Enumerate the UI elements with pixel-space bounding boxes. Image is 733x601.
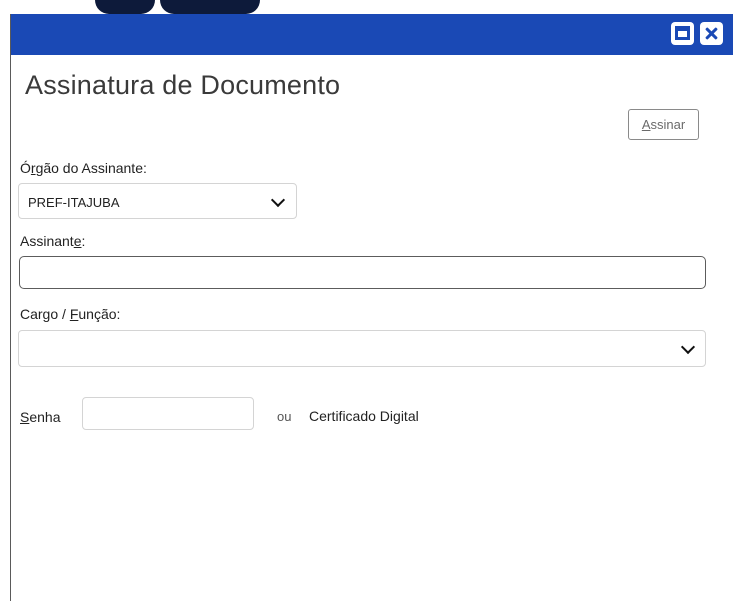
senha-input[interactable] — [82, 397, 254, 430]
ou-separator: ou — [277, 409, 292, 424]
label-text: Cargo / — [20, 306, 70, 322]
cargo-select[interactable] — [18, 330, 706, 367]
label-text: unção: — [78, 306, 121, 322]
access-key: e — [73, 233, 82, 249]
maximize-icon[interactable] — [671, 22, 694, 45]
dialog-titlebar — [11, 14, 733, 55]
chevron-down-icon — [680, 339, 696, 355]
label-text: gão do Assinante: — [35, 160, 147, 176]
label-text: : — [81, 233, 86, 249]
button-label: ssinar — [650, 117, 686, 132]
orgao-selected-value: PREF-ITAJUBA — [28, 195, 120, 210]
label-text: enha — [29, 409, 61, 425]
close-icon[interactable] — [700, 22, 723, 45]
cargo-label: Cargo / Função: — [20, 306, 120, 322]
label-text: Ó — [20, 160, 31, 176]
label-text: Assinant — [20, 233, 74, 249]
chevron-down-icon — [270, 192, 286, 208]
assinar-button[interactable]: Assinar — [628, 109, 699, 140]
orgao-label: Órgão do Assinante: — [20, 160, 147, 176]
access-key: S — [20, 409, 30, 425]
orgao-select[interactable]: PREF-ITAJUBA — [18, 183, 297, 219]
certificado-digital-link[interactable]: Certificado Digital — [309, 408, 419, 424]
assinante-input[interactable] — [19, 256, 706, 289]
background-shape — [95, 0, 155, 14]
senha-label: Senha — [20, 409, 61, 425]
assinante-label: Assinante: — [20, 233, 85, 249]
background-shape — [160, 0, 260, 14]
page-title: Assinatura de Documento — [25, 70, 341, 100]
background-strip — [0, 0, 733, 14]
